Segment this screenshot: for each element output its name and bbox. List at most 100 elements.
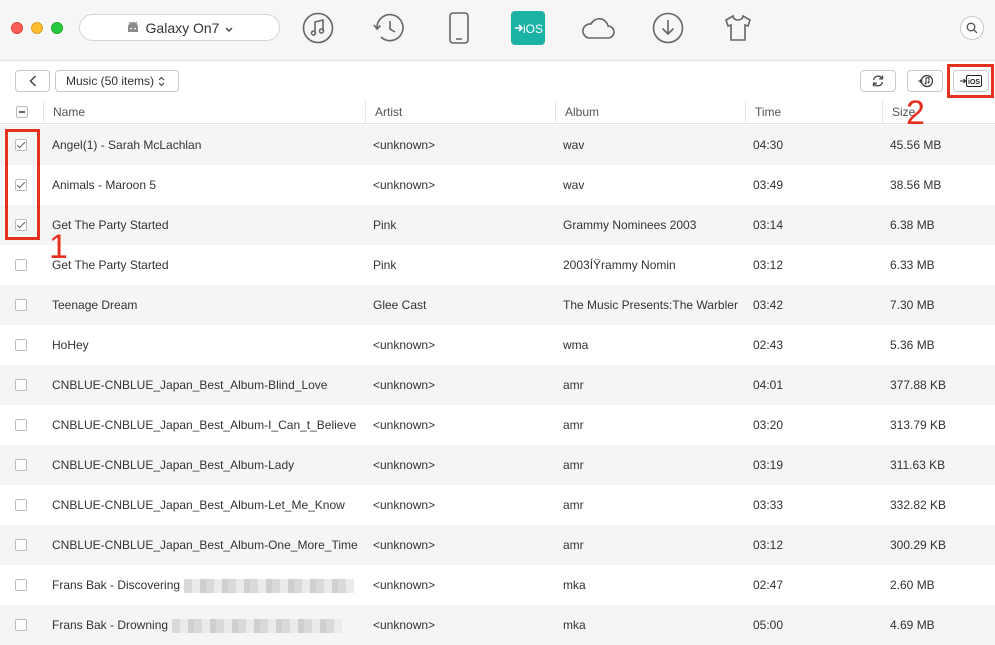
song-artist: Glee Cast xyxy=(373,285,553,325)
to-ios-icon-label: iOS xyxy=(523,22,543,36)
song-artist-text: Glee Cast xyxy=(373,298,427,312)
row-checkbox[interactable] xyxy=(15,299,27,311)
song-name-text: Teenage Dream xyxy=(52,298,138,312)
song-album-text: amr xyxy=(563,378,584,392)
song-album-text: amr xyxy=(563,418,584,432)
column-header-album[interactable]: Album xyxy=(555,101,745,123)
song-album-text: wav xyxy=(563,178,585,192)
song-name-text: Get The Party Started xyxy=(52,258,169,272)
song-artist: <unknown> xyxy=(373,525,553,565)
redacted-text xyxy=(172,618,343,633)
song-artist: <unknown> xyxy=(373,565,553,605)
song-name: HoHey xyxy=(52,325,362,365)
table-row[interactable]: CNBLUE-CNBLUE_Japan_Best_Album-Blind_Lov… xyxy=(0,365,995,405)
row-checkbox[interactable] xyxy=(15,499,27,511)
song-album-text: Grammy Nominees 2003 xyxy=(563,218,697,232)
song-size-text: 313.79 KB xyxy=(890,418,947,432)
row-checkbox[interactable] xyxy=(15,259,27,271)
song-artist: <unknown> xyxy=(373,485,553,525)
table-row[interactable]: Frans Bak - Drowning <unknown> mka 05:00 4.6… xyxy=(0,605,995,645)
song-time-text: 03:49 xyxy=(753,178,784,192)
close-window-button[interactable] xyxy=(11,22,23,34)
table-row[interactable]: Frans Bak - Discovering <unknown> mka 02:47… xyxy=(0,565,995,605)
song-name-text: Angel(1) - Sarah McLachlan xyxy=(52,138,202,152)
song-album: The Music Presents:The Warbler xyxy=(563,285,741,325)
back-button[interactable] xyxy=(15,70,50,92)
table-row[interactable]: CNBLUE-CNBLUE_Japan_Best_Album-One_More_… xyxy=(0,525,995,565)
table-row[interactable]: CNBLUE-CNBLUE_Japan_Best_Album-I_Can_t_B… xyxy=(0,405,995,445)
history-clock-icon[interactable] xyxy=(372,10,406,46)
song-artist: <unknown> xyxy=(373,325,553,365)
song-album: amr xyxy=(563,365,741,405)
table-row[interactable]: CNBLUE-CNBLUE_Japan_Best_Album-Lady <unkn… xyxy=(0,445,995,485)
zoom-window-button[interactable] xyxy=(51,22,63,34)
minimize-window-button[interactable] xyxy=(31,22,43,34)
table-row[interactable]: Get The Party Started Pink 2003ÍŸrammy Nom… xyxy=(0,245,995,285)
song-artist-text: Pink xyxy=(373,258,397,272)
song-name-text: Get The Party Started xyxy=(52,218,169,232)
song-artist: <unknown> xyxy=(373,165,553,205)
column-header-size[interactable]: Size xyxy=(882,101,995,123)
download-icon[interactable] xyxy=(651,10,685,46)
table-row[interactable]: Get The Party Started Pink Grammy Nominees… xyxy=(0,205,995,245)
table-row[interactable]: Animals - Maroon 5 <unknown> wav 03:49 38.56… xyxy=(0,165,995,205)
row-checkbox[interactable] xyxy=(15,619,27,631)
song-album-text: wma xyxy=(563,338,589,352)
song-size-text: 6.33 MB xyxy=(890,258,935,272)
row-checkbox[interactable] xyxy=(15,379,27,391)
content-toolbar: Music (50 items) iOS xyxy=(0,61,995,102)
song-artist: <unknown> xyxy=(373,125,553,165)
song-name: Frans Bak - Drowning xyxy=(52,605,362,645)
song-artist-text: Pink xyxy=(373,218,397,232)
column-header-time[interactable]: Time xyxy=(745,101,882,123)
refresh-button[interactable] xyxy=(860,70,896,92)
song-album-text: amr xyxy=(563,458,584,472)
song-name-text: CNBLUE-CNBLUE_Japan_Best_Album-I_Can_t_B… xyxy=(52,418,357,432)
row-checkbox[interactable] xyxy=(15,539,27,551)
music-note-icon[interactable] xyxy=(301,10,335,46)
song-size: 6.38 MB xyxy=(890,205,990,245)
song-artist-text: <unknown> xyxy=(373,498,436,512)
song-size-text: 332.82 KB xyxy=(890,498,947,512)
song-name: CNBLUE-CNBLUE_Japan_Best_Album-Blind_Lov… xyxy=(52,365,362,405)
category-selector[interactable]: Music (50 items) xyxy=(55,70,179,92)
song-album: Grammy Nominees 2003 xyxy=(563,205,741,245)
song-name: CNBLUE-CNBLUE_Japan_Best_Album-I_Can_t_B… xyxy=(52,405,362,445)
song-time-text: 04:30 xyxy=(753,138,784,152)
song-time: 03:14 xyxy=(753,205,873,245)
song-time: 03:20 xyxy=(753,405,873,445)
song-album: wav xyxy=(563,125,741,165)
song-album: mka xyxy=(563,605,741,645)
device-selector[interactable]: Galaxy On7 xyxy=(79,14,280,41)
song-time-text: 03:19 xyxy=(753,458,784,472)
table-row[interactable]: Angel(1) - Sarah McLachlan <unknown> wav 04… xyxy=(0,125,995,165)
row-checkbox[interactable] xyxy=(15,579,27,591)
song-album: wma xyxy=(563,325,741,365)
row-checkbox[interactable] xyxy=(15,419,27,431)
to-ios-icon[interactable]: iOS xyxy=(511,10,545,46)
table-row[interactable]: CNBLUE-CNBLUE_Japan_Best_Album-Let_Me_Kn… xyxy=(0,485,995,525)
select-all-checkbox[interactable] xyxy=(16,106,28,118)
row-checkbox[interactable] xyxy=(15,459,27,471)
song-time: 03:49 xyxy=(753,165,873,205)
tshirt-icon[interactable] xyxy=(721,10,755,46)
table-row[interactable]: Teenage Dream Glee Cast The Music Presents… xyxy=(0,285,995,325)
song-name: Teenage Dream xyxy=(52,285,362,325)
song-size-text: 311.63 KB xyxy=(890,458,946,472)
to-itunes-button[interactable] xyxy=(907,70,943,92)
song-time: 05:00 xyxy=(753,605,873,645)
song-name: CNBLUE-CNBLUE_Japan_Best_Album-Let_Me_Kn… xyxy=(52,485,362,525)
song-time-text: 03:20 xyxy=(753,418,784,432)
table-row[interactable]: HoHey <unknown> wma 02:43 5.36 MB xyxy=(0,325,995,365)
cloud-icon[interactable] xyxy=(580,10,616,46)
redacted-text xyxy=(184,578,355,593)
row-checkbox[interactable] xyxy=(15,339,27,351)
song-size-text: 38.56 MB xyxy=(890,178,942,192)
android-icon xyxy=(126,20,140,36)
column-header-artist[interactable]: Artist xyxy=(365,101,555,123)
song-time-text: 05:00 xyxy=(753,618,784,632)
column-header-name[interactable]: Name xyxy=(43,101,365,123)
search-button[interactable] xyxy=(960,16,984,40)
song-artist-text: <unknown> xyxy=(373,138,436,152)
phone-icon[interactable] xyxy=(442,10,476,46)
